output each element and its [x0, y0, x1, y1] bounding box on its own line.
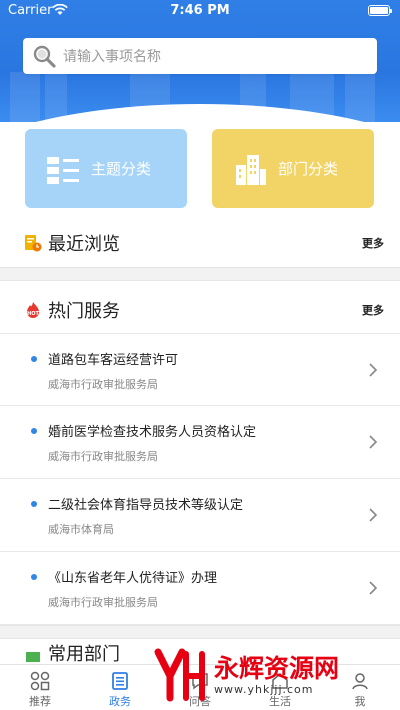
battery-icon — [368, 5, 392, 16]
watermark-url: www.yhkjjj.com — [214, 682, 314, 696]
hot-badge-text: HOT — [27, 311, 39, 317]
chevron-right-icon — [369, 435, 378, 449]
recent-section-header: 最近浏览 更多 — [0, 221, 400, 265]
watermark-logo-icon — [154, 648, 205, 702]
section-divider — [0, 267, 400, 281]
service-title: 道路包车客运经营许可 — [48, 353, 179, 368]
status-bar: Carrier 7:46 PM — [0, 0, 400, 22]
hot-flame-icon: HOT — [27, 302, 40, 318]
service-title: 婚前医学检查技术服务人员资格认定 — [48, 425, 257, 440]
history-icon — [25, 235, 42, 252]
section-divider — [0, 625, 400, 639]
department-category-label: 部门分类 — [278, 160, 339, 178]
service-list-item[interactable]: 婚前医学检查技术服务人员资格认定 威海市行政审批服务局 — [0, 406, 400, 479]
bullet-dot — [31, 428, 37, 434]
tab-recommend[interactable]: 推荐 — [0, 665, 80, 710]
bullet-dot — [31, 501, 37, 507]
topic-category-label: 主题分类 — [91, 160, 152, 178]
hot-more-link[interactable]: 更多 — [362, 302, 384, 318]
document-icon — [112, 672, 128, 690]
hot-title: 热门服务 — [48, 301, 120, 322]
clock: 7:46 PM — [170, 3, 230, 18]
department-category-card[interactable]: 部门分类 — [212, 129, 374, 208]
chevron-right-icon — [369, 581, 378, 595]
service-org: 威海市行政审批服务局 — [48, 596, 158, 609]
building-icon — [236, 154, 266, 185]
tab-government[interactable]: 政务 — [80, 665, 160, 710]
chevron-right-icon — [369, 508, 378, 522]
topic-category-card[interactable]: 主题分类 — [25, 129, 187, 208]
department-icon — [26, 652, 40, 662]
header-banner: Carrier 7:46 PM 请输入事项名称 — [0, 0, 400, 122]
chevron-right-icon — [369, 363, 378, 377]
grid-icon — [30, 671, 50, 691]
common-departments-title: 常用部门 — [48, 644, 120, 664]
service-list-item[interactable]: 《山东省老年人优待证》办理 威海市行政审批服务局 — [0, 552, 400, 625]
search-bar[interactable]: 请输入事项名称 — [23, 38, 377, 74]
service-org: 威海市体育局 — [48, 523, 114, 536]
bullet-dot — [31, 356, 37, 362]
search-icon — [33, 45, 56, 68]
watermark-name: 永辉资源网 — [214, 653, 340, 683]
tab-label: 政务 — [109, 695, 131, 708]
service-org: 威海市行政审批服务局 — [48, 378, 158, 391]
service-list-item[interactable]: 二级社会体育指导员技术等级认定 威海市体育局 — [0, 479, 400, 552]
service-list-item[interactable]: 道路包车客运经营许可 威海市行政审批服务局 — [0, 333, 400, 406]
recent-more-link[interactable]: 更多 — [362, 235, 384, 251]
service-title: 二级社会体育指导员技术等级认定 — [48, 498, 244, 513]
hot-section-header: HOT 热门服务 更多 — [0, 288, 400, 332]
watermark: 永辉资源网 www.yhkjjj.com — [150, 640, 400, 710]
service-org: 威海市行政审批服务局 — [48, 450, 158, 463]
tab-label: 推荐 — [29, 695, 51, 708]
list-icon — [47, 156, 79, 184]
service-title: 《山东省老年人优待证》办理 — [48, 571, 218, 586]
search-input[interactable]: 请输入事项名称 — [63, 46, 161, 66]
recent-title: 最近浏览 — [48, 234, 120, 255]
bullet-dot — [31, 574, 37, 580]
